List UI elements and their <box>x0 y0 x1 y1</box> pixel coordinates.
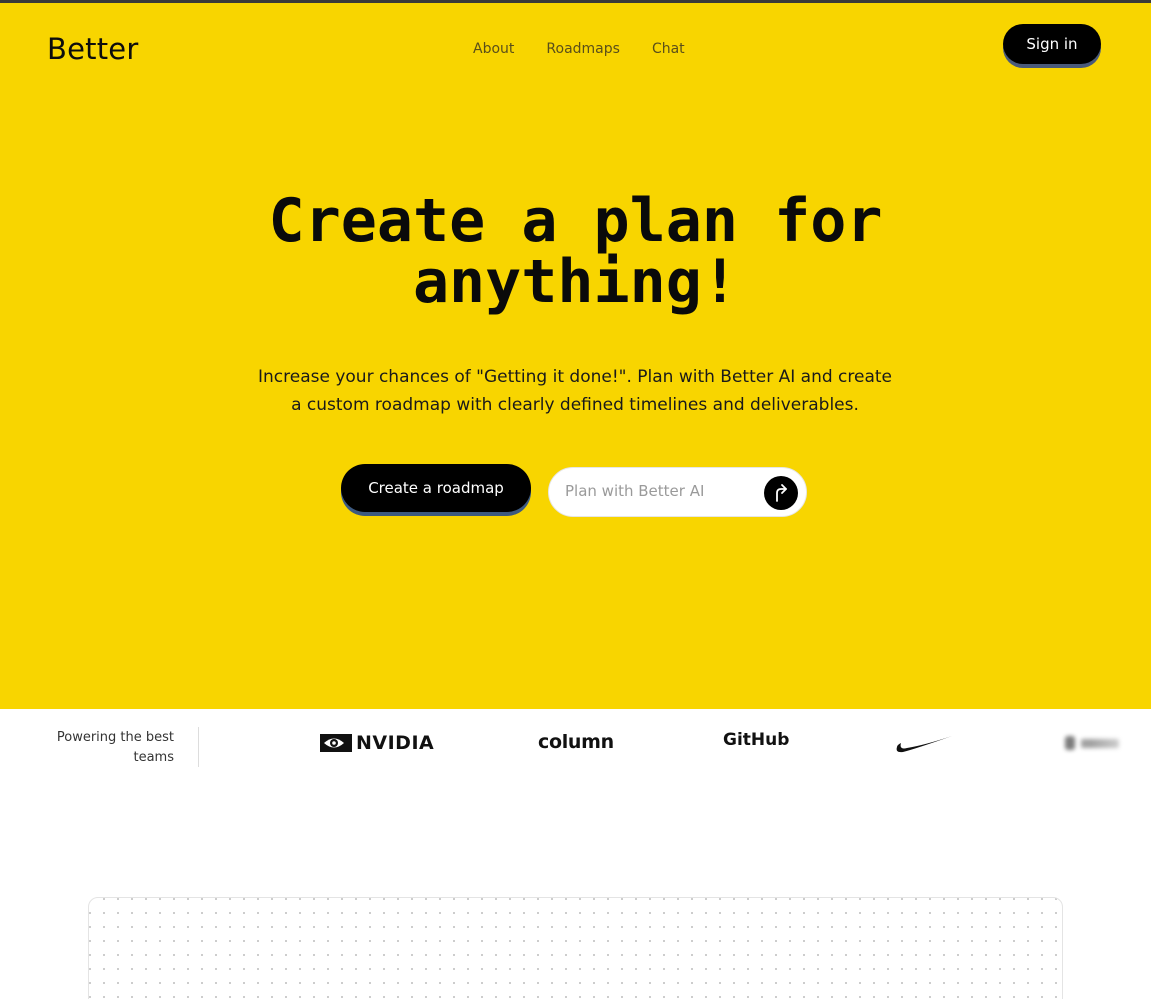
arrow-up-right-icon <box>776 484 787 502</box>
main-nav: About Roadmaps Chat <box>473 41 685 57</box>
column-logo: column <box>538 731 614 753</box>
hero-subtitle: Increase your chances of "Getting it don… <box>257 367 893 415</box>
logo-strip-divider <box>198 727 199 767</box>
nike-swoosh-icon <box>895 733 953 755</box>
nav-chat[interactable]: Chat <box>652 41 685 57</box>
hero-title-line2: anything! <box>412 247 739 317</box>
hero-title-line1: Create a plan for <box>268 186 883 256</box>
nav-roadmaps[interactable]: Roadmaps <box>546 41 620 57</box>
logo-strip: Powering the best teams NVIDIA column Gi… <box>0 709 1151 789</box>
hero-section: Better About Roadmaps Chat Sign in Creat… <box>0 3 1151 709</box>
submit-plan-button[interactable] <box>764 476 798 510</box>
nvidia-logo: NVIDIA <box>320 732 434 754</box>
nvidia-wordmark: NVIDIA <box>356 732 435 754</box>
logo-strip-fade <box>1091 709 1151 789</box>
plan-input-box <box>548 467 807 517</box>
hero-title: Create a plan for anything! <box>0 191 1151 313</box>
plan-input[interactable] <box>565 482 755 500</box>
github-logo: GitHub <box>723 730 790 750</box>
nvidia-eye-icon <box>320 734 352 752</box>
logo-strip-caption: Powering the best teams <box>56 730 174 765</box>
dotted-canvas-panel <box>88 897 1063 999</box>
brand-logo[interactable]: Better <box>47 32 138 66</box>
sign-in-button[interactable]: Sign in <box>1003 24 1101 64</box>
create-roadmap-button[interactable]: Create a roadmap <box>341 464 531 512</box>
nav-about[interactable]: About <box>473 41 514 57</box>
